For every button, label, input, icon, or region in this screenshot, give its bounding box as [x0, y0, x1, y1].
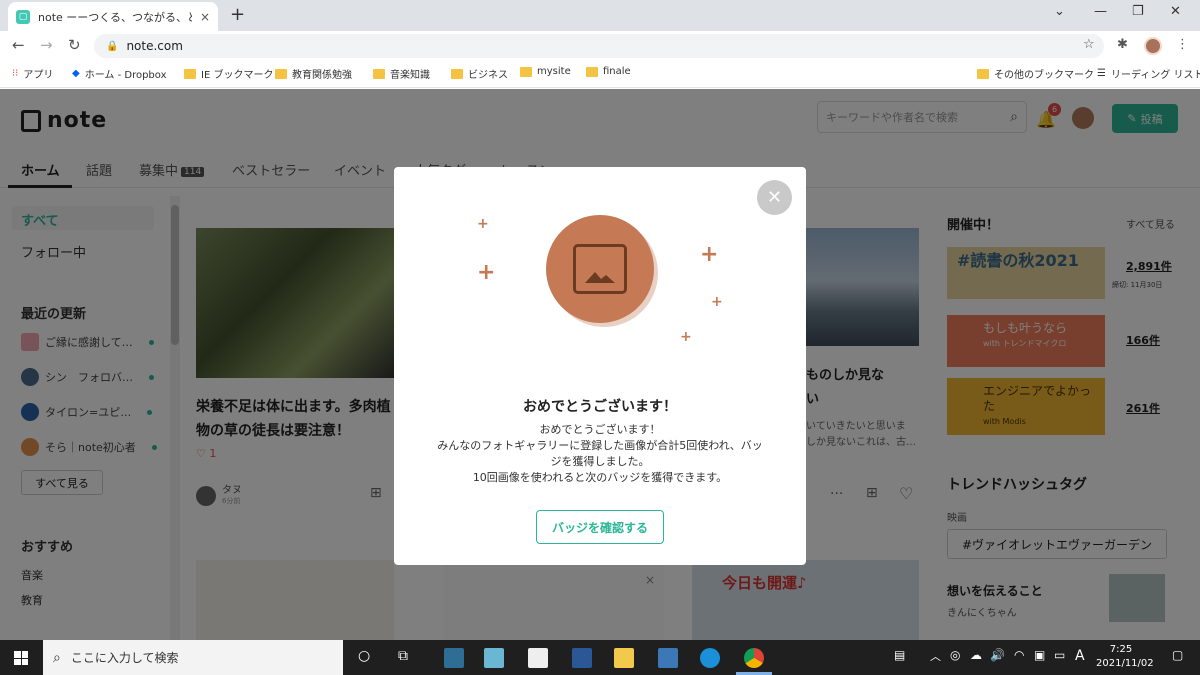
word-icon[interactable]: [572, 648, 592, 668]
folder-icon: [586, 66, 598, 77]
bookmark-finale[interactable]: finale: [586, 66, 631, 77]
tab-search-icon[interactable]: ⌄: [1054, 4, 1065, 19]
url-bar[interactable]: 🔒 note.com: [94, 34, 1104, 58]
bookmark-education[interactable]: 教育関係勉強: [275, 66, 352, 81]
bookmark-ie[interactable]: IE ブックマーク: [184, 66, 273, 81]
extensions-icon[interactable]: ✱: [1117, 37, 1128, 52]
folder-icon: [275, 68, 287, 79]
bookmark-mysite[interactable]: mysite: [520, 66, 571, 77]
folder-icon: [451, 68, 463, 79]
task-view-icon[interactable]: ⧉: [398, 648, 408, 664]
dropbox-icon: ◆: [72, 68, 80, 79]
bookmark-business[interactable]: ビジネス: [451, 66, 508, 81]
folder-icon: [373, 68, 385, 79]
onedrive-icon[interactable]: ☁: [970, 648, 982, 662]
sparkle-icon: +: [680, 329, 692, 345]
cortana-icon[interactable]: ○: [358, 648, 370, 664]
menu-icon[interactable]: ⋮: [1176, 37, 1189, 52]
notification-center-icon[interactable]: ▢: [1172, 648, 1183, 662]
reload-icon[interactable]: ↻: [68, 36, 81, 54]
url-text: note.com: [126, 39, 183, 53]
window-maximize-button[interactable]: ❐: [1132, 4, 1144, 19]
sparkle-icon: +: [477, 260, 496, 285]
app-icon[interactable]: [700, 648, 720, 668]
sparkle-icon: +: [477, 216, 489, 232]
mountain-icon: [585, 272, 615, 283]
window-minimize-button[interactable]: —: [1094, 4, 1107, 19]
window-close-button[interactable]: ✕: [1170, 4, 1181, 19]
forward-icon[interactable]: →: [40, 36, 53, 54]
app-icon[interactable]: [484, 648, 504, 668]
tray-icon[interactable]: ▣: [1034, 648, 1045, 662]
sparkle-icon: +: [700, 242, 719, 267]
show-hidden-icons[interactable]: ︿: [930, 648, 941, 664]
app-icon[interactable]: [444, 648, 464, 668]
bookmark-music[interactable]: 音楽知識: [373, 66, 430, 81]
sparkle-icon: +: [711, 294, 723, 310]
apps-grid-icon: ⁝⁝: [12, 68, 19, 79]
tray-icon[interactable]: ◎: [950, 648, 960, 662]
note-favicon-icon: ▢: [16, 9, 30, 24]
chrome-icon[interactable]: [744, 648, 764, 668]
ime-indicator[interactable]: A: [1075, 648, 1085, 664]
back-icon[interactable]: ←: [12, 36, 25, 54]
bookmark-dropbox[interactable]: ◆ ホーム - Dropbox: [72, 66, 167, 81]
reading-list[interactable]: ☰ リーディング リスト: [1097, 66, 1200, 81]
tab-title: note ーーつくる、つながる、とどける。: [38, 10, 192, 24]
lock-icon: 🔒: [106, 40, 119, 52]
folder-icon: [977, 68, 989, 79]
view-badge-button[interactable]: バッジを確認する: [536, 510, 664, 544]
new-tab-button[interactable]: +: [230, 4, 245, 25]
volume-icon[interactable]: 🔊: [990, 648, 1005, 662]
bookmark-star-icon[interactable]: ☆: [1083, 37, 1095, 52]
store-icon[interactable]: [528, 648, 548, 668]
app-icon[interactable]: [658, 648, 678, 668]
file-explorer-icon[interactable]: [614, 648, 634, 668]
wifi-icon[interactable]: ◠: [1014, 648, 1024, 662]
bookmark-apps[interactable]: ⁝⁝ アプリ: [12, 66, 53, 81]
modal-message: おめでとうございます！ みんなのフォトギャラリーに登録した画像が合計5回使われ、…: [437, 423, 763, 484]
folder-icon: [184, 68, 196, 79]
keyboard-icon[interactable]: ▤: [894, 648, 905, 662]
close-modal-button[interactable]: ✕: [757, 180, 792, 215]
profile-avatar[interactable]: [1144, 37, 1162, 55]
taskbar-search-input[interactable]: ⌕ ここに入力して検索: [43, 640, 343, 675]
taskbar-clock[interactable]: 7:25 2021/11/02: [1096, 643, 1154, 671]
reading-list-icon: ☰: [1097, 68, 1106, 79]
modal-title: おめでとうございます！: [523, 399, 677, 415]
browser-tab[interactable]: ▢ note ーーつくる、つながる、とどける。 ×: [8, 2, 218, 31]
search-icon: ⌕: [53, 649, 61, 666]
bookmark-other[interactable]: その他のブックマーク: [977, 66, 1094, 81]
image-icon: [573, 244, 627, 294]
close-tab-icon[interactable]: ×: [200, 10, 210, 24]
badge-medal: [546, 215, 654, 323]
close-icon: ✕: [766, 187, 783, 208]
windows-start-icon[interactable]: [14, 651, 28, 665]
folder-icon: [520, 66, 532, 77]
battery-icon[interactable]: ▭: [1054, 648, 1065, 662]
